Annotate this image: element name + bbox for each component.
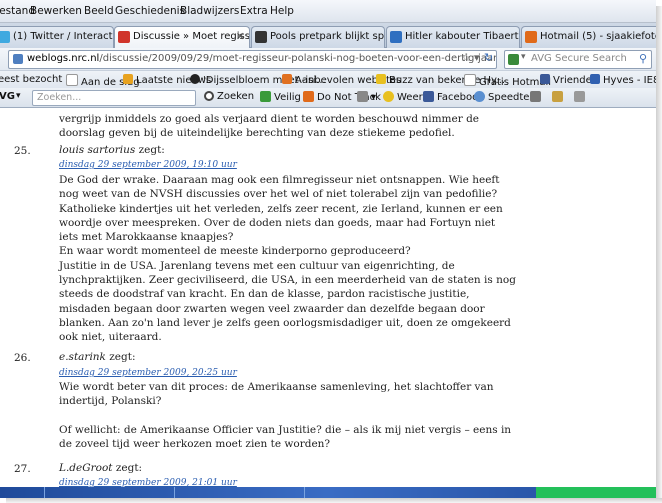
bookmark-hyves[interactable]: Hyves - IE8 Features — [590, 74, 656, 86]
site-identity-icon[interactable] — [13, 54, 23, 64]
search-icon — [204, 91, 214, 101]
search-icon[interactable]: ⚲ — [639, 52, 647, 65]
eye-icon — [303, 91, 314, 102]
tab-twitter[interactable]: (1) Twitter / Interacties — [0, 26, 114, 48]
status-indicator — [536, 487, 656, 498]
status-segment — [44, 487, 175, 498]
document-icon — [574, 91, 585, 102]
status-segment — [174, 487, 305, 498]
status-strip — [0, 487, 656, 498]
avg-toolbar: VG ▾ Zoeken... Zoeken Veilig Do Not Trac… — [0, 88, 656, 108]
tab-label: Hotmail (5) - sjaakiefotograaf... — [540, 31, 656, 42]
toolbar-notes[interactable] — [552, 91, 566, 103]
chevron-down-icon[interactable]: ▾ — [521, 52, 526, 62]
menu-history[interactable]: Geschiedenis — [115, 5, 185, 17]
hotmail-icon — [525, 31, 537, 43]
play-icon — [390, 31, 402, 43]
menu-help[interactable]: Help — [270, 5, 294, 17]
tab-discussie[interactable]: Discussie » Moet regisseur Pol... ✕ — [114, 26, 250, 49]
search-input[interactable]: AVG Secure Search — [531, 53, 627, 64]
comment-number: 26. — [14, 352, 31, 364]
bookmark-most-visited[interactable]: eest bezocht — [0, 74, 62, 85]
tab-label: Discussie » Moet regisseur Pol... — [133, 31, 250, 42]
menu-view[interactable]: Beeld — [84, 5, 114, 17]
pencil-icon — [552, 91, 563, 102]
reload-icon[interactable]: ↻ — [484, 51, 493, 64]
toolbar-menu-button[interactable]: ▾ — [357, 91, 376, 103]
comment-author[interactable]: e.starink zegt: — [59, 351, 136, 363]
page-icon — [66, 74, 78, 86]
nrc-icon — [118, 31, 130, 43]
menu-bar: Bestand Bewerken Beeld Geschiedenis Blad… — [0, 0, 656, 23]
comment-24-tail: vergrijp inmiddels zo goed als verjaard … — [59, 113, 480, 140]
chevron-down-icon[interactable]: ▾ — [16, 91, 21, 101]
tab-strip: (1) Twitter / Interacties Discussie » Mo… — [0, 23, 656, 49]
toolbar-calculator[interactable] — [530, 91, 544, 103]
bookmark-star-icon[interactable]: ☆ — [461, 51, 471, 64]
close-icon[interactable]: ✕ — [236, 30, 245, 43]
speedometer-icon — [474, 91, 485, 102]
page-content: vergrijp inmiddels zo goed als verjaard … — [0, 108, 656, 498]
avg-icon — [508, 54, 519, 65]
list-icon — [357, 91, 368, 102]
search-bar[interactable]: ▾ AVG Secure Search ⚲ — [504, 50, 652, 69]
tab-hotmail[interactable]: Hotmail (5) - sjaakiefotograaf... — [521, 26, 656, 48]
menu-tools[interactable]: Extra — [240, 5, 268, 17]
address-text: weblogs.nrc.nl/discussie/2009/09/29/moet… — [27, 53, 497, 64]
site-icon — [190, 74, 200, 84]
menu-edit[interactable]: Bewerken — [30, 5, 82, 17]
window-shadow — [6, 498, 662, 503]
window-shadow — [656, 6, 662, 503]
tab-hitler-kabouter[interactable]: Hitler kabouter Tibaert stalideg... — [386, 26, 520, 48]
avg-logo[interactable]: VG — [0, 91, 15, 102]
comment-author[interactable]: L.deGroot zegt: — [59, 462, 142, 474]
address-bar[interactable]: weblogs.nrc.nl/discussie/2009/09/29/moet… — [8, 50, 497, 69]
nav-bar: weblogs.nrc.nl/discussie/2009/09/29/moet… — [0, 48, 656, 70]
tab-label: Pools pretpark blijkt spookhuis ... — [270, 31, 385, 42]
comment-number: 27. — [14, 463, 31, 475]
hyves-icon — [590, 74, 600, 84]
folder-icon — [376, 74, 386, 84]
browser-window: Bestand Bewerken Beeld Geschiedenis Blad… — [0, 0, 656, 498]
comment-date-link[interactable]: dinsdag 29 september 2009, 19:10 uur — [59, 160, 237, 170]
twitter-icon — [0, 31, 10, 43]
bookmark-gratis-hotmail[interactable]: Gratis Hotmail — [464, 74, 551, 88]
weather-icon — [383, 91, 394, 102]
facebook-icon — [540, 74, 550, 84]
comment-body: De God der wrake. Daaraan mag ook een fi… — [59, 174, 516, 344]
status-segment — [0, 487, 45, 498]
page-icon — [464, 74, 476, 86]
comment-number: 25. — [14, 145, 31, 157]
dropdown-icon[interactable]: ▾ — [474, 51, 480, 64]
calculator-icon — [530, 91, 541, 102]
facebook-icon — [423, 91, 434, 102]
toolbar-search-button[interactable]: Zoeken — [204, 91, 254, 102]
toolbar-veilig[interactable]: Veilig — [260, 91, 301, 103]
bookmarks-bar: eest bezocht Aan de slag Laatste nieuws … — [0, 70, 656, 89]
toolbar-speedtest[interactable]: Speedtest — [474, 91, 539, 103]
shield-icon — [260, 91, 271, 102]
menu-bookmarks[interactable]: Bladwijzers — [180, 5, 239, 17]
comment-body: Wie wordt beter van dit proces: de Ameri… — [59, 381, 512, 450]
tab-label: (1) Twitter / Interacties — [13, 31, 113, 42]
tab-pools-pretpark[interactable]: Pools pretpark blijkt spookhuis ... — [251, 26, 385, 48]
page-icon — [255, 31, 267, 43]
toolbar-search-input[interactable]: Zoeken... — [32, 90, 196, 106]
toolbar-settings[interactable] — [574, 91, 588, 103]
toolbar-weer[interactable]: Weer — [383, 91, 423, 103]
ie-icon — [282, 74, 292, 84]
comment-date-link[interactable]: dinsdag 29 september 2009, 20:25 uur — [59, 368, 237, 378]
comment-author[interactable]: louis sartorius zegt: — [59, 144, 165, 156]
rss-icon — [123, 74, 133, 84]
tab-label: Hitler kabouter Tibaert stalideg... — [405, 31, 519, 42]
